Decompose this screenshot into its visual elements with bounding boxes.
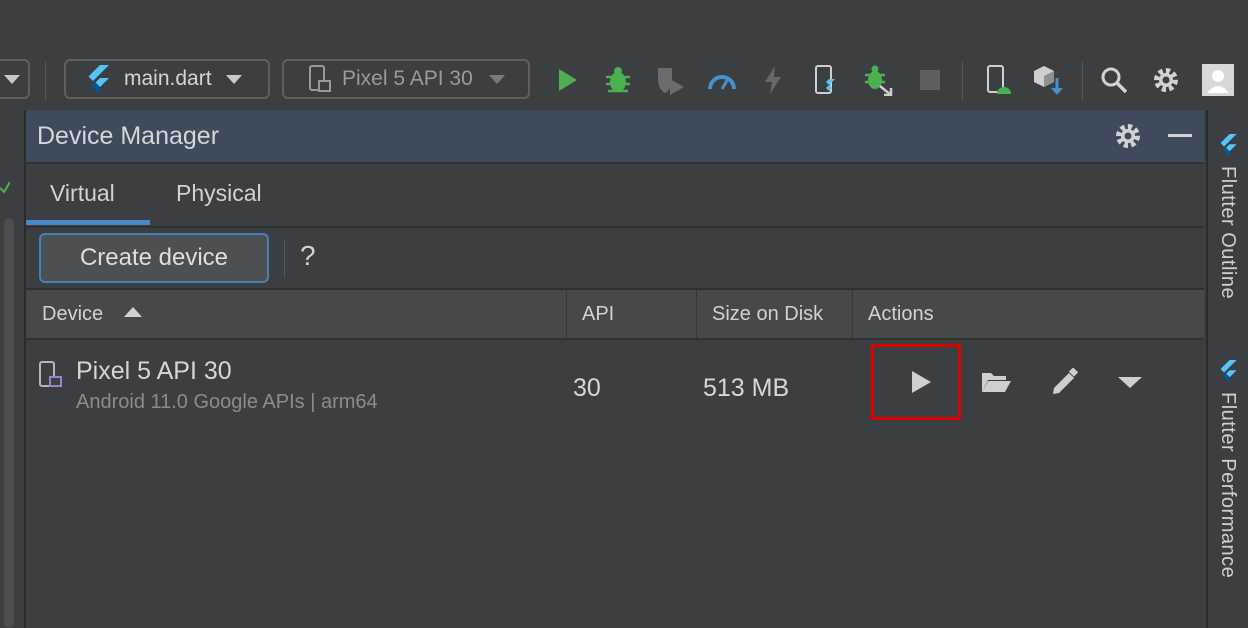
- flutter-performance-label: Flutter Performance: [1217, 392, 1239, 579]
- main-toolbar: main.dart Pixel 5 API 30: [0, 0, 1248, 108]
- flutter-outline-tab[interactable]: Flutter Outline: [1208, 128, 1248, 314]
- settings-icon[interactable]: [1114, 122, 1142, 150]
- column-separator[interactable]: [852, 290, 853, 338]
- column-separator[interactable]: [566, 290, 567, 338]
- tab-bar: Virtual Physical: [26, 164, 1204, 228]
- column-header-size[interactable]: Size on Disk: [712, 303, 823, 326]
- table-row[interactable]: [26, 340, 1204, 436]
- selected-tab-indicator: [26, 220, 150, 225]
- panel-title: Device Manager: [37, 122, 220, 150]
- coverage-icon[interactable]: [654, 64, 686, 96]
- chevron-down-icon: [225, 74, 242, 84]
- attach-debugger-icon[interactable]: [862, 64, 894, 96]
- run-configuration-combo[interactable]: main.dart: [64, 59, 270, 99]
- device-size-on-disk: 513 MB: [703, 374, 790, 402]
- check-icon: [0, 181, 10, 194]
- device-name: Pixel 5 API 30: [76, 357, 232, 385]
- run-configuration-label: main.dart: [124, 67, 212, 90]
- run-icon[interactable]: [551, 64, 583, 96]
- user-icon[interactable]: [1202, 64, 1234, 96]
- sdk-manager-icon[interactable]: [1032, 64, 1064, 96]
- phone-icon: [309, 65, 331, 92]
- toolbar-separator: [45, 62, 46, 100]
- create-device-button[interactable]: Create device: [39, 233, 269, 283]
- phone-icon: [39, 361, 62, 387]
- debug-icon[interactable]: [602, 64, 634, 96]
- sort-ascending-icon: [124, 307, 142, 317]
- panel-header: Device Manager: [26, 110, 1204, 164]
- column-header-actions[interactable]: Actions: [868, 303, 934, 326]
- right-tool-strip: Flutter Outline Flutter Performance: [1206, 110, 1248, 628]
- search-icon[interactable]: [1098, 64, 1130, 96]
- device-manager-icon[interactable]: [982, 64, 1014, 96]
- hot-reload-icon[interactable]: [757, 64, 789, 96]
- stop-icon[interactable]: [914, 64, 946, 96]
- chevron-down-icon: [488, 74, 505, 84]
- action-bar-separator: [284, 240, 285, 278]
- toolbar-separator: [1082, 62, 1083, 100]
- left-tool-strip: [0, 110, 26, 628]
- flutter-outline-label: Flutter Outline: [1217, 166, 1239, 300]
- device-mirror-icon[interactable]: [809, 64, 841, 96]
- device-manager-panel: Device Manager Virtual Physical Create d…: [26, 110, 1204, 628]
- edit-icon[interactable]: [1048, 366, 1080, 398]
- dropdown-icon[interactable]: [1116, 372, 1144, 392]
- flutter-icon: [1220, 360, 1237, 383]
- scrollbar[interactable]: [4, 218, 14, 628]
- tab-physical[interactable]: Physical: [176, 180, 262, 207]
- chevron-down-icon: [4, 74, 20, 84]
- flutter-icon: [1220, 134, 1237, 157]
- settings-icon[interactable]: [1150, 64, 1182, 96]
- folder-open-icon[interactable]: [979, 367, 1013, 397]
- help-button[interactable]: ?: [300, 240, 316, 272]
- device-table-header: Device API Size on Disk Actions: [26, 290, 1204, 340]
- profile-icon[interactable]: [706, 64, 738, 96]
- flutter-icon: [88, 65, 109, 94]
- flutter-performance-tab[interactable]: Flutter Performance: [1208, 354, 1248, 598]
- column-separator[interactable]: [696, 290, 697, 338]
- device-selector-label: Pixel 5 API 30: [342, 67, 473, 90]
- toolbar-separator: [962, 62, 963, 100]
- minimize-icon[interactable]: [1168, 134, 1192, 137]
- device-details: Android 11.0 Google APIs | arm64: [76, 391, 378, 413]
- device-api-level: 30: [573, 374, 601, 402]
- tab-virtual[interactable]: Virtual: [50, 180, 115, 207]
- column-label-device: Device: [42, 303, 104, 325]
- column-header-api[interactable]: API: [582, 303, 614, 326]
- launch-icon[interactable]: [906, 367, 936, 397]
- run-config-partial-combo[interactable]: [0, 59, 30, 99]
- column-header-device[interactable]: Device: [26, 290, 566, 338]
- device-selector-combo[interactable]: Pixel 5 API 30: [282, 59, 530, 99]
